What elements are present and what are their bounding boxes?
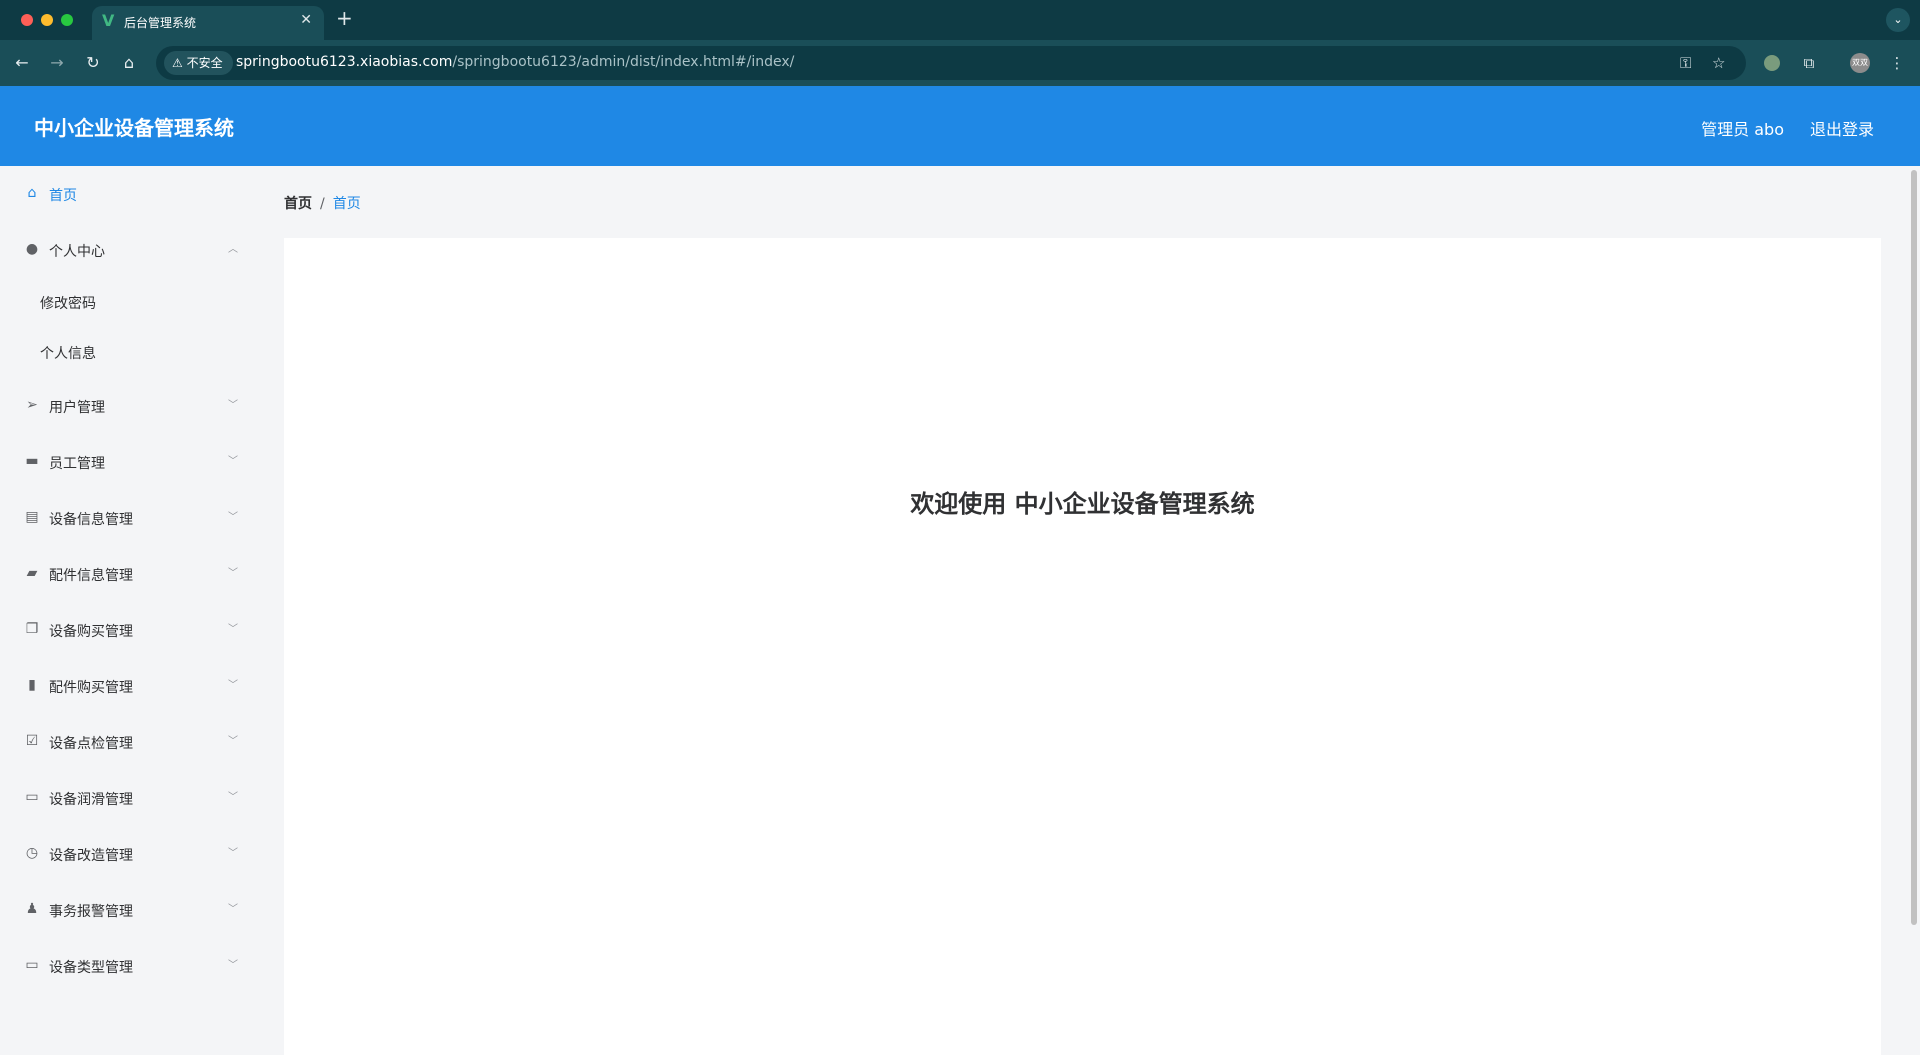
chevron-down-icon: ﹀ bbox=[228, 568, 238, 579]
chevron-down-icon: ﹀ bbox=[228, 680, 238, 691]
new-tab-button[interactable]: + bbox=[336, 8, 353, 28]
chevron-down-icon: ﹀ bbox=[228, 792, 238, 803]
send-icon: ➢ bbox=[26, 397, 38, 413]
tab-search-button[interactable]: ⌄ bbox=[1886, 8, 1910, 32]
profile-avatar[interactable]: 双双 bbox=[1850, 53, 1870, 73]
checklist-icon: ☑ bbox=[25, 733, 39, 749]
sidebar-item-alarm-management[interactable]: ♟ 事务报警管理 ﹀ bbox=[0, 886, 260, 934]
sidebar-item-label: 员工管理 bbox=[49, 456, 105, 472]
person-icon: ♟ bbox=[25, 901, 39, 917]
sidebar-item-label: 修改密码 bbox=[40, 296, 96, 312]
sidebar-item-label: 个人信息 bbox=[40, 346, 96, 362]
sidebar-item-device-purchase[interactable]: ❐ 设备购买管理 ﹀ bbox=[0, 606, 260, 654]
sidebar-item-parts-purchase[interactable]: ▮ 配件购买管理 ﹀ bbox=[0, 662, 260, 710]
welcome-message: 欢迎使用 中小企业设备管理系统 bbox=[910, 490, 1255, 518]
app-header: 中小企业设备管理系统 管理员 abo 退出登录 bbox=[0, 86, 1920, 166]
sidebar-item-user-management[interactable]: ➢ 用户管理 ﹀ bbox=[0, 382, 260, 430]
star-icon[interactable]: ☆ bbox=[1712, 54, 1725, 72]
breadcrumb-separator: / bbox=[320, 196, 325, 212]
monitor-icon: ▬ bbox=[25, 453, 39, 469]
sidebar-item-device-type[interactable]: ▭ 设备类型管理 ﹀ bbox=[0, 942, 260, 990]
sidebar-item-label: 设备改造管理 bbox=[49, 848, 133, 864]
postcard-icon: ▭ bbox=[25, 957, 39, 973]
vue-logo-icon: V bbox=[102, 11, 115, 30]
sidebar-item-label: 设备点检管理 bbox=[49, 736, 133, 752]
sidebar-item-label: 设备购买管理 bbox=[49, 624, 133, 640]
insecure-label: 不安全 bbox=[186, 56, 223, 70]
chevron-down-icon: ﹀ bbox=[228, 400, 238, 411]
chevron-down-icon: ﹀ bbox=[228, 512, 238, 523]
chevron-up-icon: ︿ bbox=[228, 244, 238, 255]
browser-tab-bar: V 后台管理系统 ✕ + ⌄ bbox=[0, 0, 1920, 40]
sidebar-item-personal-center[interactable]: ● 个人中心 ︿ bbox=[0, 226, 260, 274]
tab-title: 后台管理系统 bbox=[124, 16, 197, 30]
sidebar-item-home[interactable]: ⌂ 首页 bbox=[0, 170, 260, 218]
chevron-down-icon: ﹀ bbox=[228, 904, 238, 915]
compass-icon: ◷ bbox=[25, 845, 39, 861]
sidebar-item-label: 设备类型管理 bbox=[49, 960, 133, 976]
browser-tab[interactable]: V 后台管理系统 ✕ bbox=[92, 6, 324, 40]
sidebar-item-label: 配件购买管理 bbox=[49, 680, 133, 696]
maximize-window-button[interactable] bbox=[61, 14, 73, 26]
close-window-button[interactable] bbox=[21, 14, 33, 26]
scrollbar-thumb[interactable] bbox=[1911, 170, 1917, 925]
breadcrumb: 首页 / 首页 bbox=[284, 193, 361, 213]
page-scrollbar[interactable] bbox=[1908, 166, 1920, 1055]
chevron-down-icon: ﹀ bbox=[228, 736, 238, 747]
chevron-down-icon: ﹀ bbox=[228, 456, 238, 467]
chevron-down-icon: ﹀ bbox=[228, 960, 238, 971]
security-indicator[interactable]: ⚠ 不安全 bbox=[164, 51, 233, 75]
warning-icon: ⚠ bbox=[172, 56, 183, 70]
sidebar-item-device-info[interactable]: ▤ 设备信息管理 ﹀ bbox=[0, 494, 260, 542]
sidebar-subitem-change-password[interactable]: 修改密码 bbox=[0, 280, 260, 324]
app-title: 中小企业设备管理系统 bbox=[34, 116, 234, 140]
sidebar-item-label: 设备润滑管理 bbox=[49, 792, 133, 808]
sidebar-item-label: 用户管理 bbox=[49, 400, 105, 416]
sidebar-item-label: 配件信息管理 bbox=[49, 568, 133, 584]
sidebar-subitem-personal-info[interactable]: 个人信息 bbox=[0, 330, 260, 374]
address-bar[interactable]: ⚠ 不安全 springbootu6123.xiaobias.com/sprin… bbox=[156, 46, 1746, 80]
url-host: springbootu6123.xiaobias.com bbox=[236, 54, 453, 70]
sidebar-item-label: 首页 bbox=[49, 188, 77, 204]
clipboard-icon: ▤ bbox=[25, 509, 39, 525]
extensions-puzzle-icon[interactable]: ⧉ bbox=[1798, 52, 1820, 74]
forward-icon[interactable]: → bbox=[46, 52, 68, 74]
key-icon[interactable]: ⚿ bbox=[1680, 54, 1691, 72]
chevron-down-icon: ﹀ bbox=[228, 848, 238, 859]
url-path: /springbootu6123/admin/dist/index.html#/… bbox=[452, 54, 795, 70]
browser-toolbar: ← → ↻ ⌂ ⚠ 不安全 springbootu6123.xiaobias.c… bbox=[0, 40, 1920, 86]
sidebar-item-device-lubrication[interactable]: ▭ 设备润滑管理 ﹀ bbox=[0, 774, 260, 822]
sidebar-item-device-modification[interactable]: ◷ 设备改造管理 ﹀ bbox=[0, 830, 260, 878]
user-label: 管理员 abo bbox=[1701, 120, 1784, 139]
user-icon: ● bbox=[25, 241, 39, 257]
back-icon[interactable]: ← bbox=[11, 52, 33, 74]
url-text[interactable]: springbootu6123.xiaobias.com/springbootu… bbox=[236, 54, 794, 70]
logout-button[interactable]: 退出登录 bbox=[1810, 116, 1874, 140]
chevron-down-icon: ﹀ bbox=[228, 624, 238, 635]
browser-menu-icon[interactable]: ⋮ bbox=[1886, 52, 1908, 74]
sidebar-item-parts-info[interactable]: ▰ 配件信息管理 ﹀ bbox=[0, 550, 260, 598]
home-browser-icon[interactable]: ⌂ bbox=[118, 52, 140, 74]
sidebar-item-device-inspection[interactable]: ☑ 设备点检管理 ﹀ bbox=[0, 718, 260, 766]
breadcrumb-current: 首页 bbox=[332, 196, 361, 212]
bar-chart-icon: ▮ bbox=[28, 677, 36, 693]
reload-icon[interactable]: ↻ bbox=[82, 52, 104, 74]
sidebar-item-label: 个人中心 bbox=[49, 244, 105, 260]
sidebar-item-employee-management[interactable]: ▬ 员工管理 ﹀ bbox=[0, 438, 260, 486]
minimize-window-button[interactable] bbox=[41, 14, 53, 26]
copy-icon: ❐ bbox=[25, 621, 39, 637]
tab-close-icon[interactable]: ✕ bbox=[300, 12, 312, 28]
breadcrumb-root[interactable]: 首页 bbox=[284, 196, 312, 212]
chat-icon: ▭ bbox=[25, 789, 39, 805]
wallet-icon: ▰ bbox=[26, 565, 38, 581]
extension-dot-icon[interactable] bbox=[1764, 55, 1780, 71]
sidebar-item-label: 设备信息管理 bbox=[49, 512, 133, 528]
home-icon: ⌂ bbox=[27, 185, 37, 201]
main-content: 欢迎使用 中小企业设备管理系统 bbox=[284, 238, 1881, 1055]
sidebar-menu: ⌂ 首页 ● 个人中心 ︿ 修改密码 个人信息 ➢ 用户管理 ﹀ ▬ 员工管理 … bbox=[0, 166, 260, 1055]
sidebar-item-label: 事务报警管理 bbox=[49, 904, 133, 920]
